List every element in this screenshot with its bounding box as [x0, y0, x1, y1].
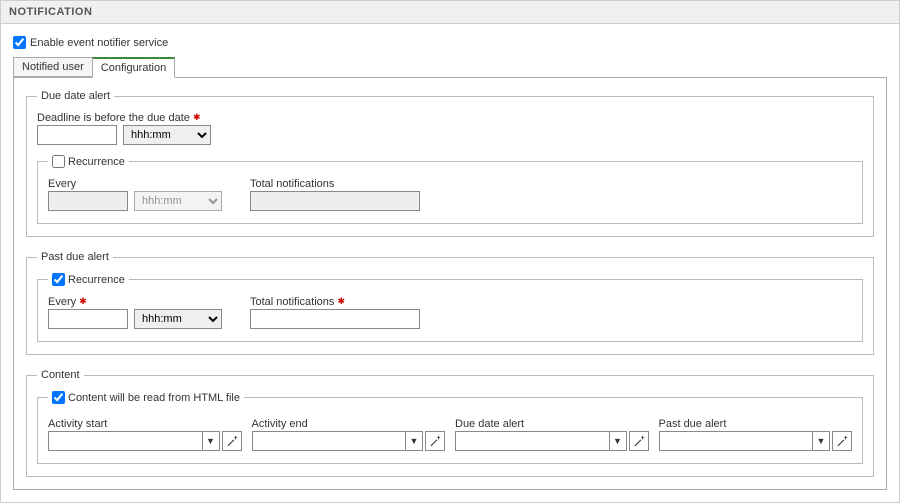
chevron-down-icon: ▼ [410, 436, 419, 446]
due-every-unit-select: hhh:mm [134, 191, 222, 211]
activity-end-label: Activity end [252, 418, 446, 430]
content-fieldset: Content Content will be read from HTML f… [26, 369, 874, 477]
due-total-input [250, 191, 420, 211]
activity-end-picker-button[interactable] [425, 431, 445, 451]
content-grid: Activity start ▼ [48, 418, 852, 451]
due-every-input [48, 191, 128, 211]
chevron-down-icon: ▼ [817, 436, 826, 446]
due-date-alert-legend: Due date alert [37, 90, 114, 102]
activity-end-input[interactable] [252, 431, 406, 451]
content-past-due-picker-button[interactable] [832, 431, 852, 451]
content-html-legend: Content will be read from HTML file [48, 391, 244, 404]
past-total-label-text: Total notifications [250, 296, 334, 308]
deadline-field: Deadline is before the due date hhh:mm [37, 112, 863, 145]
due-recurrence-legend-text: Recurrence [68, 156, 125, 168]
enable-label: Enable event notifier service [30, 37, 168, 49]
past-every-label: Every [48, 296, 222, 308]
due-recurrence-checkbox[interactable] [52, 155, 65, 168]
tab-notified-user[interactable]: Notified user [13, 57, 93, 77]
past-every-label-text: Every [48, 296, 76, 308]
deadline-unit-select[interactable]: hhh:mm [123, 125, 211, 145]
due-recurrence-legend: Recurrence [48, 155, 129, 168]
tab-content: Due date alert Deadline is before the du… [13, 77, 887, 490]
notification-panel: NOTIFICATION Enable event notifier servi… [0, 0, 900, 503]
past-recurrence-checkbox[interactable] [52, 273, 65, 286]
activity-start-dropdown-button[interactable]: ▼ [202, 431, 220, 451]
wand-icon [633, 435, 645, 447]
due-date-alert-fieldset: Due date alert Deadline is before the du… [26, 90, 874, 237]
due-recurrence-fieldset: Recurrence Every hhh:mm [37, 155, 863, 224]
content-due-date-dropdown-button[interactable]: ▼ [609, 431, 627, 451]
content-html-fieldset: Content will be read from HTML file Acti… [37, 391, 863, 464]
required-icon [79, 296, 87, 307]
wand-icon [836, 435, 848, 447]
required-icon [337, 296, 345, 307]
due-total-label: Total notifications [250, 178, 420, 190]
activity-start-input[interactable] [48, 431, 202, 451]
panel-title: NOTIFICATION [1, 1, 899, 24]
content-due-date-picker-button[interactable] [629, 431, 649, 451]
deadline-label-text: Deadline is before the due date [37, 112, 190, 124]
activity-end-dropdown-button[interactable]: ▼ [405, 431, 423, 451]
panel-body: Enable event notifier service Notified u… [1, 24, 899, 502]
enable-checkbox[interactable] [13, 36, 26, 49]
past-total-label: Total notifications [250, 296, 420, 308]
activity-start-picker-button[interactable] [222, 431, 242, 451]
tab-configuration[interactable]: Configuration [92, 57, 175, 78]
past-recurrence-legend: Recurrence [48, 273, 129, 286]
wand-icon [429, 435, 441, 447]
content-html-legend-text: Content will be read from HTML file [68, 392, 240, 404]
content-past-due-label: Past due alert [659, 418, 853, 430]
enable-row: Enable event notifier service [13, 36, 887, 49]
deadline-label: Deadline is before the due date [37, 112, 863, 124]
content-past-due-dropdown-button[interactable]: ▼ [812, 431, 830, 451]
past-total-input[interactable] [250, 309, 420, 329]
content-legend: Content [37, 369, 84, 381]
activity-start-label: Activity start [48, 418, 242, 430]
past-recurrence-fieldset: Recurrence Every hhh:mm [37, 273, 863, 342]
past-every-unit-select[interactable]: hhh:mm [134, 309, 222, 329]
past-due-alert-legend: Past due alert [37, 251, 113, 263]
due-every-label: Every [48, 178, 222, 190]
past-every-input[interactable] [48, 309, 128, 329]
chevron-down-icon: ▼ [206, 436, 215, 446]
deadline-input[interactable] [37, 125, 117, 145]
chevron-down-icon: ▼ [613, 436, 622, 446]
past-due-alert-fieldset: Past due alert Recurrence Every [26, 251, 874, 355]
tabs: Notified user Configuration [13, 57, 887, 77]
past-recurrence-legend-text: Recurrence [68, 274, 125, 286]
wand-icon [226, 435, 238, 447]
required-icon [193, 112, 201, 123]
content-past-due-input[interactable] [659, 431, 813, 451]
content-due-date-input[interactable] [455, 431, 609, 451]
content-html-checkbox[interactable] [52, 391, 65, 404]
content-due-date-label: Due date alert [455, 418, 649, 430]
